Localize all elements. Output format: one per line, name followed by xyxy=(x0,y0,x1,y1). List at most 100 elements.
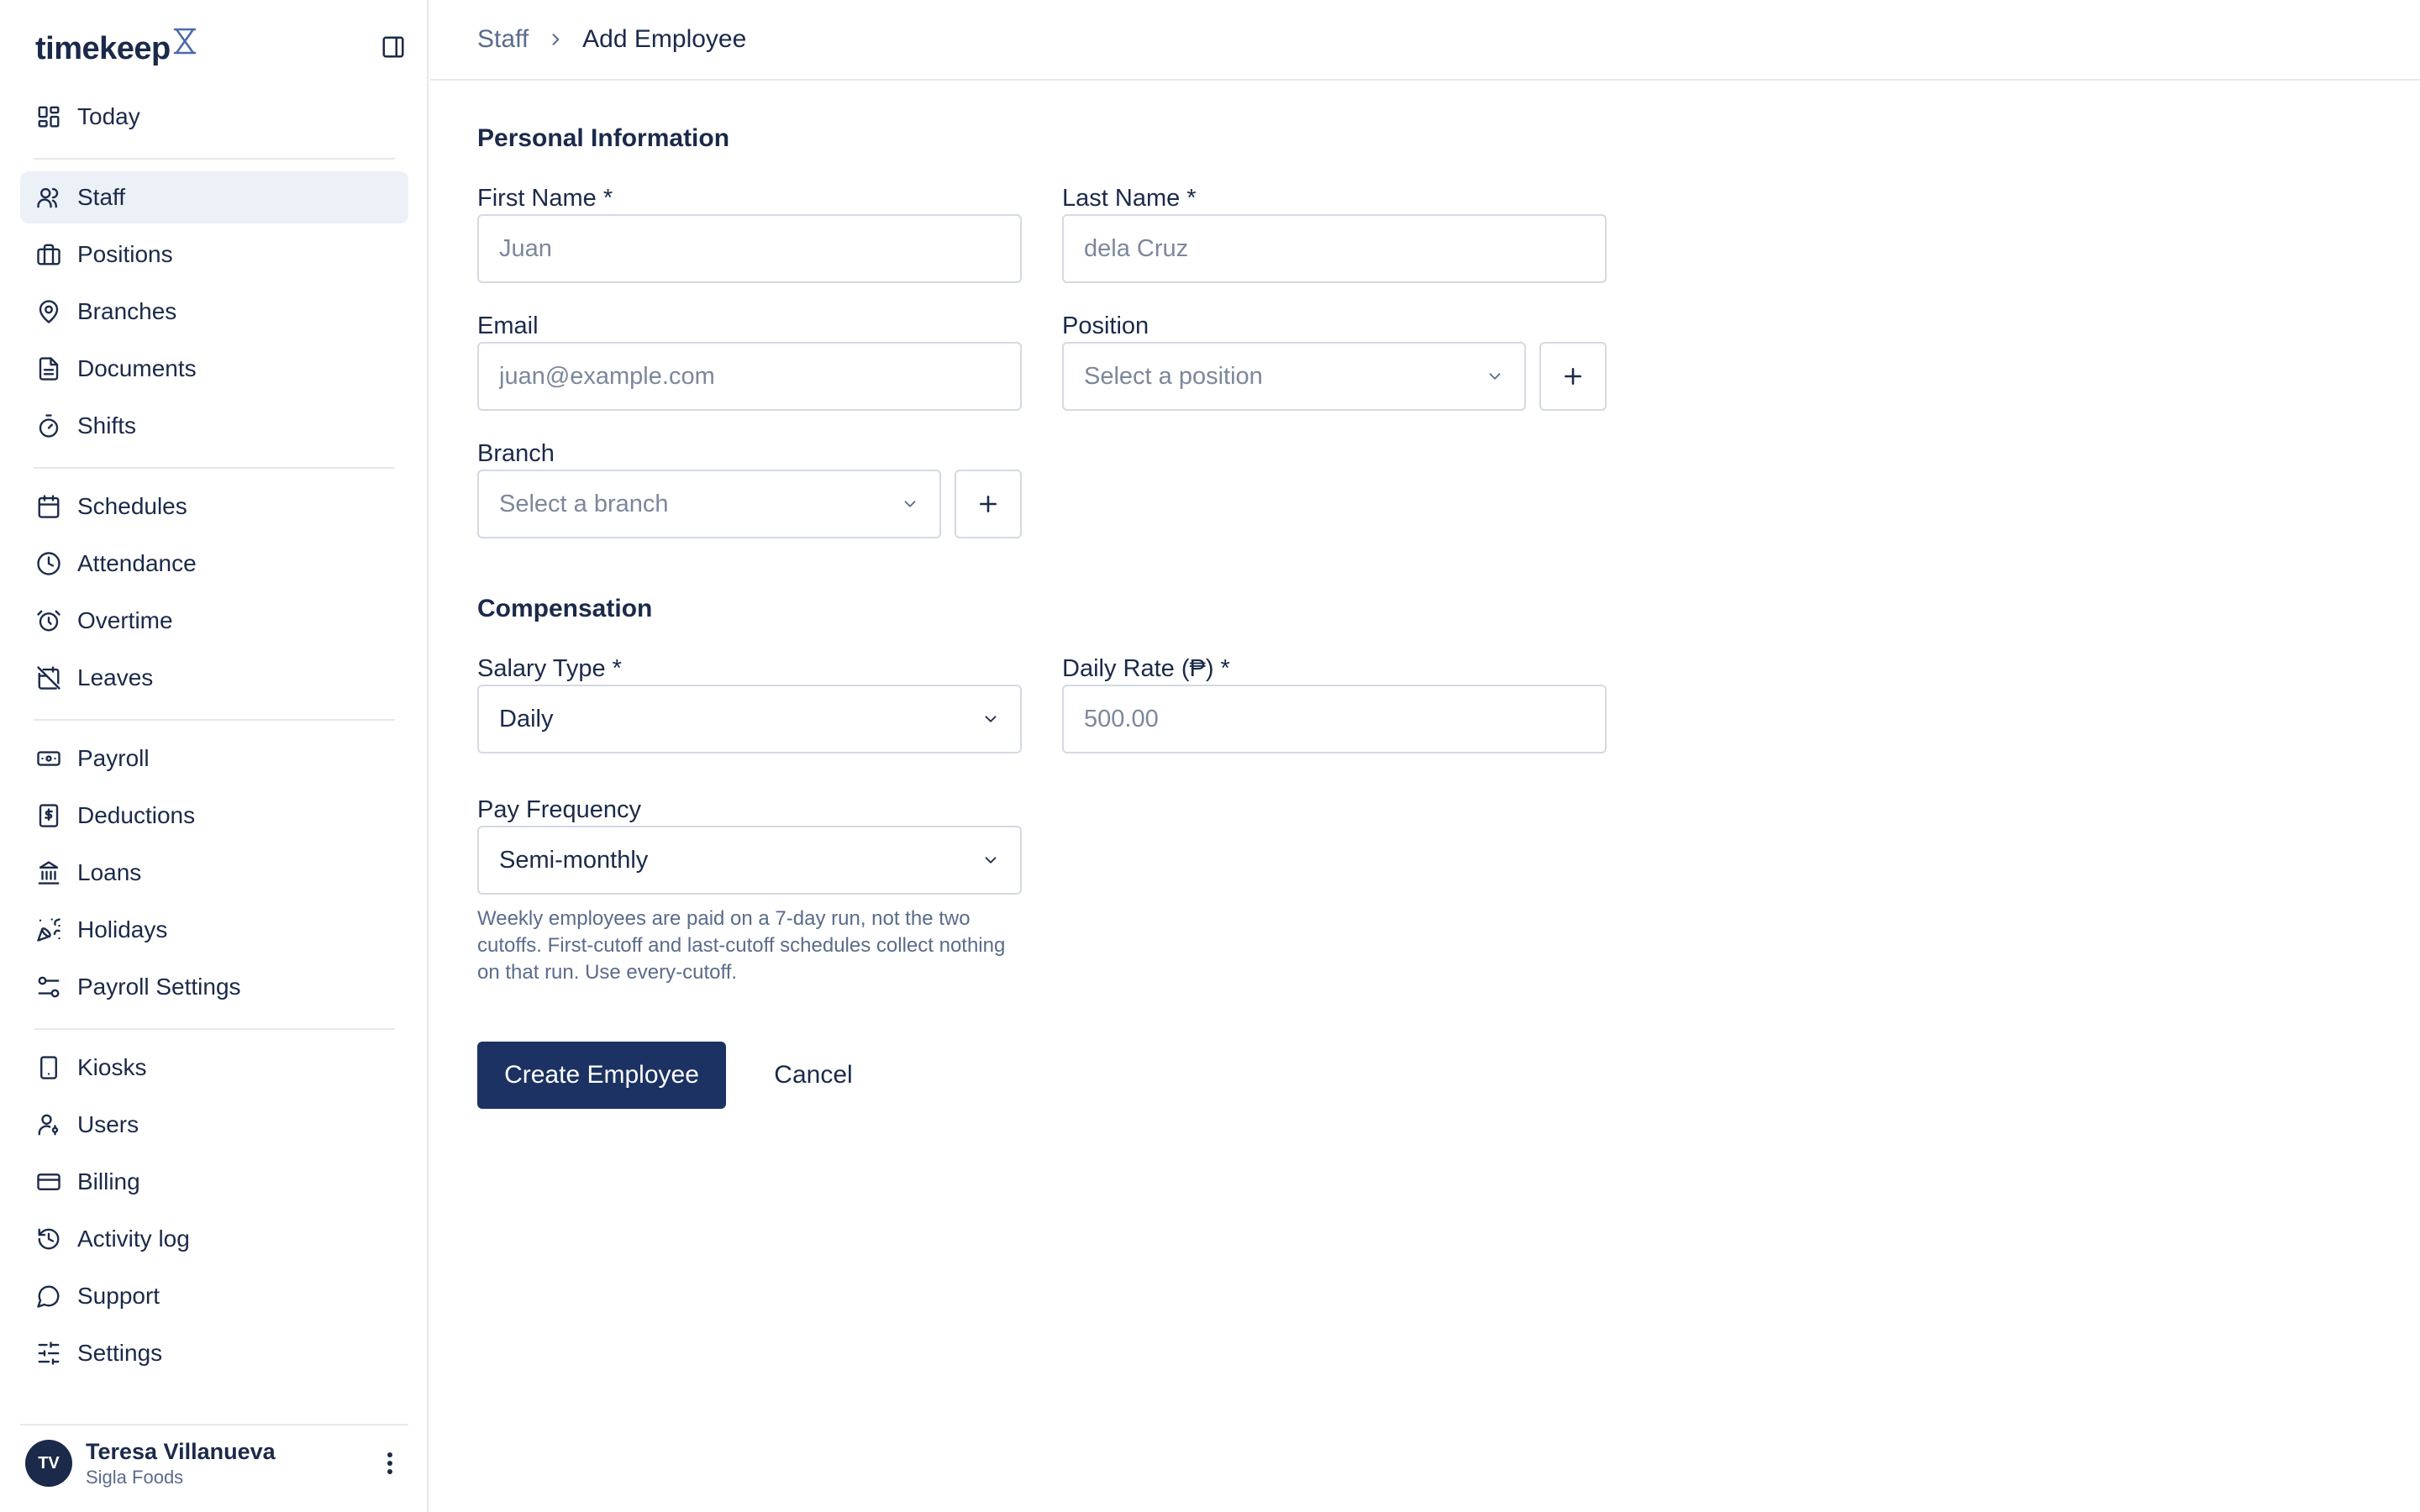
sidebar-item-positions[interactable]: Positions xyxy=(20,228,408,281)
sidebar-item-label: Holidays xyxy=(77,916,168,942)
document-icon xyxy=(35,355,62,382)
sidebar-item-label: Documents xyxy=(77,355,197,381)
nav-divider xyxy=(34,467,395,469)
banknote-icon xyxy=(35,745,62,772)
sidebar-item-today[interactable]: Today xyxy=(20,91,408,143)
first-name-input[interactable] xyxy=(477,214,1022,283)
sidebar-item-documents[interactable]: Documents xyxy=(20,343,408,395)
last-name-input[interactable] xyxy=(1062,214,1607,283)
breadcrumb-staff-link[interactable]: Staff xyxy=(477,25,529,54)
daily-rate-input[interactable] xyxy=(1062,685,1607,753)
chevron-down-icon xyxy=(981,851,1000,869)
sidebar-item-label: Deductions xyxy=(77,802,196,828)
calendar-off-icon xyxy=(35,664,62,691)
clock-icon xyxy=(35,550,62,577)
calendar-icon xyxy=(35,493,62,520)
position-select[interactable]: Select a position xyxy=(1062,342,1526,411)
chat-bubble-icon xyxy=(35,1283,62,1310)
user-org: Sigla Foods xyxy=(86,1466,184,1488)
receipt-icon xyxy=(35,802,62,829)
sidebar-item-label: Billing xyxy=(77,1168,140,1194)
map-pin-icon xyxy=(35,298,62,325)
sidebar-item-label: Payroll Settings xyxy=(77,974,241,1000)
user-divider xyxy=(20,1424,408,1425)
sidebar-item-loans[interactable]: Loans xyxy=(20,847,408,899)
history-icon xyxy=(35,1226,62,1252)
sidebar-item-label: Today xyxy=(77,103,140,129)
salary-type-value: Daily xyxy=(499,705,554,732)
sidebar-item-support[interactable]: Support xyxy=(20,1270,408,1322)
user-name: Teresa Villanueva xyxy=(86,1438,276,1464)
stopwatch-icon xyxy=(35,412,62,439)
sidebar-item-schedules[interactable]: Schedules xyxy=(20,480,408,533)
sidebar-item-label: Attendance xyxy=(77,550,197,576)
add-position-button[interactable] xyxy=(1539,342,1607,411)
plus-icon xyxy=(977,493,999,515)
more-vertical-icon[interactable] xyxy=(375,1448,405,1478)
first-name-label: First Name * xyxy=(477,185,613,212)
sliders-icon xyxy=(35,974,62,1000)
sidebar-item-label: Branches xyxy=(77,298,177,324)
salary-type-select[interactable]: Daily xyxy=(477,685,1022,753)
position-select-value: Select a position xyxy=(1084,362,1263,390)
dashboard-icon xyxy=(35,103,62,130)
sidebar-item-kiosks[interactable]: Kiosks xyxy=(20,1042,408,1094)
user-profile[interactable]: TV Teresa Villanueva Sigla Foods xyxy=(25,1438,408,1488)
sidebar-item-label: Shifts xyxy=(77,412,137,438)
sidebar-item-label: Payroll xyxy=(77,745,150,771)
bank-icon xyxy=(35,859,62,886)
sidebar-item-billing[interactable]: Billing xyxy=(20,1156,408,1208)
sidebar-item-label: Leaves xyxy=(77,664,154,690)
sidebar-item-leaves[interactable]: Leaves xyxy=(20,652,408,704)
sidebar-toggle-icon[interactable] xyxy=(380,34,407,60)
pay-frequency-select[interactable]: Semi-monthly xyxy=(477,826,1022,895)
pay-frequency-label: Pay Frequency xyxy=(477,796,642,823)
sidebar-item-attendance[interactable]: Attendance xyxy=(20,538,408,590)
salary-type-label: Salary Type * xyxy=(477,655,622,682)
branch-select[interactable]: Select a branch xyxy=(477,470,941,538)
chevron-down-icon xyxy=(981,710,1000,728)
position-label: Position xyxy=(1062,312,1150,339)
sidebar-item-label: Staff xyxy=(77,184,126,210)
sidebar-item-overtime[interactable]: Overtime xyxy=(20,595,408,647)
sidebar-item-payroll[interactable]: Payroll xyxy=(20,732,408,785)
nav-divider xyxy=(34,1028,395,1030)
create-employee-button[interactable]: Create Employee xyxy=(477,1042,726,1109)
sidebar-item-branches[interactable]: Branches xyxy=(20,286,408,338)
sidebar-item-label: Settings xyxy=(77,1340,163,1366)
sidebar-item-label: Overtime xyxy=(77,607,173,633)
sidebar-item-label: Positions xyxy=(77,241,173,267)
sidebar-item-users[interactable]: Users xyxy=(20,1099,408,1151)
breadcrumb: Staff Add Employee xyxy=(430,0,2420,81)
sidebar-item-staff[interactable]: Staff xyxy=(20,171,408,223)
sidebar-item-label: Loans xyxy=(77,859,142,885)
breadcrumb-current: Add Employee xyxy=(582,25,747,53)
add-branch-button[interactable] xyxy=(955,470,1022,538)
chevron-down-icon xyxy=(1486,367,1504,386)
plus-icon xyxy=(1562,365,1584,387)
cancel-button[interactable]: Cancel xyxy=(756,1042,871,1109)
sidebar-item-payroll-settings[interactable]: Payroll Settings xyxy=(20,961,408,1013)
credit-card-icon xyxy=(35,1168,62,1195)
compensation-heading: Compensation xyxy=(477,595,653,622)
hourglass-icon xyxy=(172,27,197,55)
avatar: TV xyxy=(25,1440,72,1487)
app-root: timekeep Today Staff Positions Branches Docu… xyxy=(0,0,2420,1512)
brand-logo[interactable]: timekeep xyxy=(35,25,197,72)
party-popper-icon xyxy=(35,916,62,943)
sidebar-item-label: Kiosks xyxy=(77,1054,147,1080)
user-key-icon xyxy=(35,1111,62,1138)
brand-name: timekeep xyxy=(35,31,171,66)
chevron-down-icon xyxy=(901,495,919,513)
branch-label: Branch xyxy=(477,440,555,467)
sidebar-item-activity-log[interactable]: Activity log xyxy=(20,1213,408,1265)
email-input[interactable] xyxy=(477,342,1022,411)
sidebar-item-holidays[interactable]: Holidays xyxy=(20,904,408,956)
nav-divider xyxy=(34,719,395,721)
briefcase-icon xyxy=(35,241,62,268)
sidebar-item-deductions[interactable]: Deductions xyxy=(20,790,408,842)
sidebar-item-shifts[interactable]: Shifts xyxy=(20,400,408,452)
branch-select-value: Select a branch xyxy=(499,490,669,517)
sidebar-item-label: Activity log xyxy=(77,1226,190,1252)
sidebar-item-settings[interactable]: Settings xyxy=(20,1327,408,1379)
